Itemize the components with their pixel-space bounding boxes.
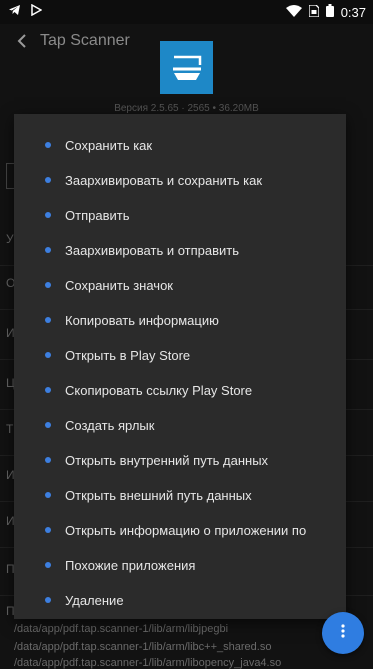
- menu-item-open-external-path[interactable]: Открыть внешний путь данных: [14, 478, 346, 512]
- clock: 0:37: [340, 4, 366, 20]
- menu-item-label: Открыть внутренний путь данных: [65, 452, 269, 468]
- status-bar: 0:37: [0, 0, 373, 24]
- data-path-text: /data/app/pdf.tap.scanner-1/lib/arm/libj…: [14, 623, 229, 635]
- menu-item-label: Создать ярлык: [65, 417, 155, 433]
- app-bar-title: Tap Scanner: [40, 32, 130, 49]
- bullet-icon: [45, 177, 51, 183]
- menu-item-label: Копировать информацию: [65, 312, 219, 328]
- menu-item-label: Заархивировать и сохранить как: [65, 172, 263, 188]
- sim-icon: [308, 3, 320, 20]
- menu-item-save-icon[interactable]: Сохранить значок: [14, 268, 346, 302]
- wifi-icon: [285, 4, 302, 20]
- back-arrow-icon[interactable]: [12, 31, 32, 51]
- menu-item-open-internal-path[interactable]: Открыть внутренний путь данных: [14, 443, 346, 477]
- menu-item-create-shortcut[interactable]: Создать ярлык: [14, 408, 346, 442]
- bullet-icon: [45, 142, 51, 148]
- version-info: Версия 2.5.65 · 2565 • 36.20MB: [114, 103, 259, 114]
- bullet-icon: [45, 317, 51, 323]
- bullet-icon: [45, 387, 51, 393]
- menu-item-open-play-store[interactable]: Открыть в Play Store: [14, 338, 346, 372]
- menu-item-label: Заархивировать и отправить: [65, 242, 239, 258]
- menu-item-label: Похожие приложения: [65, 557, 196, 573]
- menu-item-label: Открыть информацию о приложении по: [65, 522, 307, 538]
- context-menu: Сохранить как Заархивировать и сохранить…: [14, 114, 346, 619]
- data-path-text: /data/app/pdf.tap.scanner-1/lib/arm/libc…: [14, 641, 272, 653]
- menu-item-label: Сохранить как: [65, 137, 153, 153]
- more-vert-icon: [341, 623, 345, 643]
- menu-item-copy-info[interactable]: Копировать информацию: [14, 303, 346, 337]
- bullet-icon: [45, 247, 51, 253]
- menu-item-send[interactable]: Отправить: [14, 198, 346, 232]
- menu-item-label: Сохранить значок: [65, 277, 173, 293]
- app-icon: [160, 41, 213, 94]
- more-options-button[interactable]: [322, 612, 364, 654]
- bullet-icon: [45, 282, 51, 288]
- bullet-icon: [45, 457, 51, 463]
- menu-item-archive-save-as[interactable]: Заархивировать и сохранить как: [14, 163, 346, 197]
- menu-item-label: Удаление: [65, 592, 124, 608]
- menu-item-uninstall[interactable]: Удаление: [14, 583, 346, 617]
- bullet-icon: [45, 212, 51, 218]
- menu-item-label: Открыть внешний путь данных: [65, 487, 252, 503]
- bullet-icon: [45, 352, 51, 358]
- bullet-icon: [45, 492, 51, 498]
- menu-item-copy-play-store-link[interactable]: Скопировать ссылку Play Store: [14, 373, 346, 407]
- bullet-icon: [45, 562, 51, 568]
- bullet-icon: [45, 422, 51, 428]
- battery-icon: [325, 4, 334, 20]
- bullet-icon: [45, 527, 51, 533]
- menu-item-label: Открыть в Play Store: [65, 347, 191, 363]
- telegram-icon: [8, 3, 21, 21]
- menu-item-label: Скопировать ссылку Play Store: [65, 382, 253, 398]
- menu-item-label: Отправить: [65, 207, 130, 223]
- menu-item-archive-send[interactable]: Заархивировать и отправить: [14, 233, 346, 267]
- play-store-icon: [31, 3, 43, 21]
- data-path-text: /data/app/pdf.tap.scanner-1/lib/arm/libo…: [14, 657, 282, 669]
- menu-item-open-app-info[interactable]: Открыть информацию о приложении по: [14, 513, 346, 547]
- menu-item-save-as[interactable]: Сохранить как: [14, 128, 346, 162]
- bullet-icon: [45, 597, 51, 603]
- menu-item-similar-apps[interactable]: Похожие приложения: [14, 548, 346, 582]
